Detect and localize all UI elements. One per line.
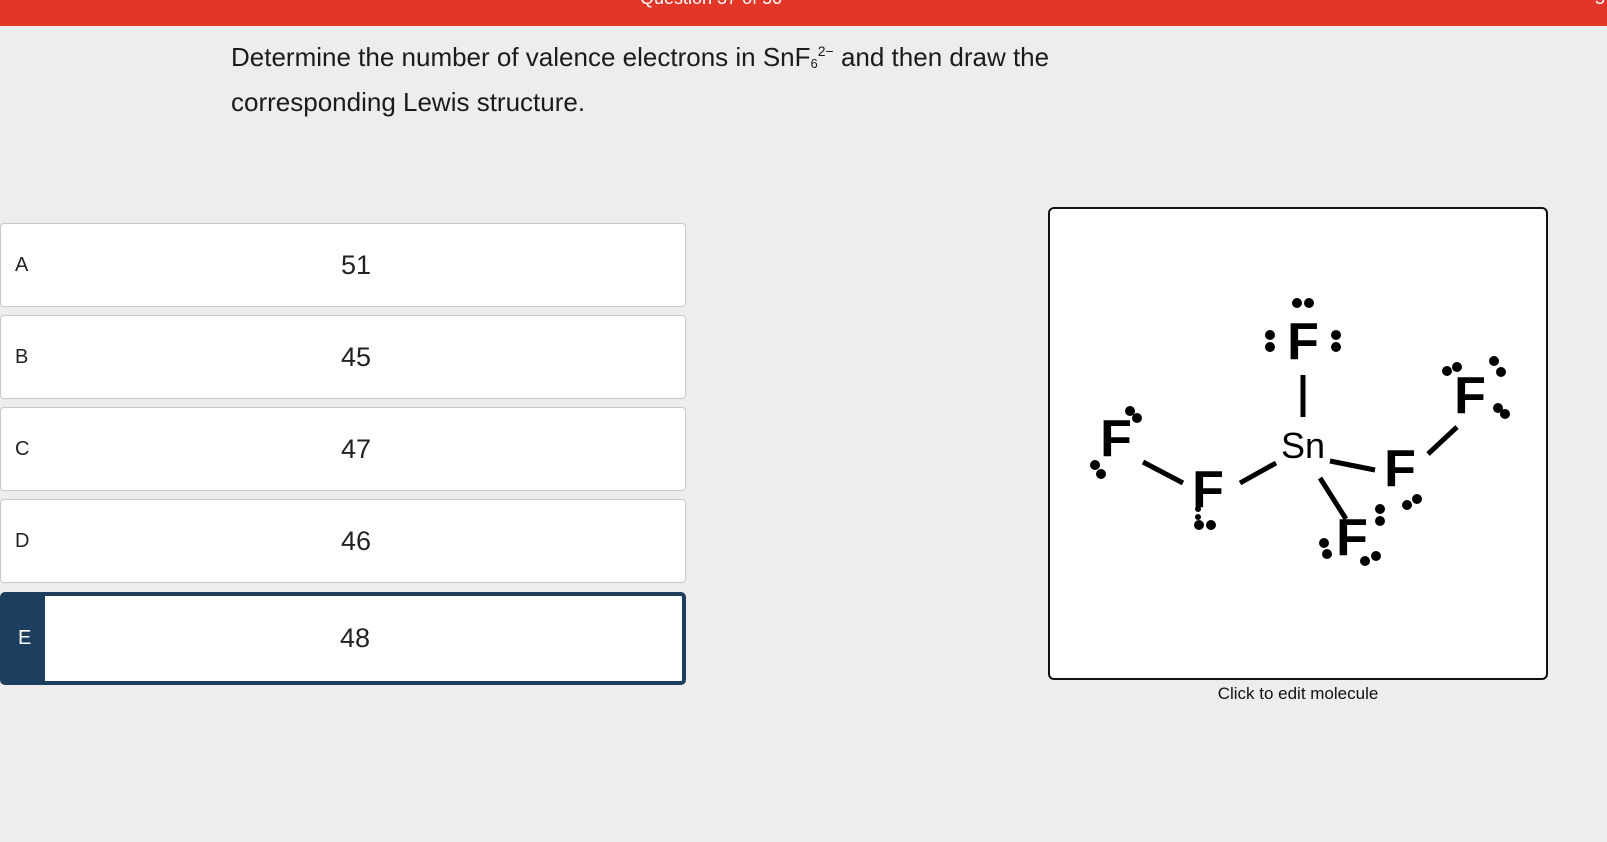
choice-b[interactable]: B 45: [0, 315, 686, 399]
choice-value: 46: [341, 525, 372, 556]
bond-f-f-right: [1426, 425, 1459, 456]
header-edge-mark: 5: [1595, 0, 1605, 9]
edit-molecule-caption[interactable]: Click to edit molecule: [1048, 684, 1548, 704]
choice-d[interactable]: D 46: [0, 499, 686, 583]
atom-f-far-right: F: [1454, 367, 1486, 425]
choice-a[interactable]: A 51: [0, 223, 686, 307]
choice-value: 51: [341, 249, 372, 280]
choice-letter: E: [18, 627, 32, 649]
choice-value: 48: [340, 623, 371, 653]
question-superscript: 2−: [817, 43, 834, 59]
atom-f-far-left: F: [1100, 410, 1132, 468]
choice-letter: A: [15, 253, 29, 276]
molecule-editor[interactable]: F F F F F F Sn: [1048, 207, 1548, 680]
bond-sn-f-left-inner: [1238, 460, 1278, 486]
choice-letter: C: [15, 437, 30, 460]
question-subscript: 6: [810, 56, 818, 71]
choice-c[interactable]: C 47: [0, 407, 686, 491]
choice-value: 45: [341, 341, 372, 372]
header-bar: Question 37 of 50 5: [0, 0, 1607, 26]
atom-sn: Sn: [1281, 425, 1325, 466]
choice-e[interactable]: E 48: [0, 592, 686, 685]
choice-letter: D: [15, 529, 30, 552]
choice-value: 47: [341, 433, 372, 464]
bond-f-f-left: [1141, 459, 1185, 486]
choice-letter: B: [15, 345, 29, 368]
atom-f-right: F: [1384, 440, 1416, 498]
lewis-structure-drawing: F F F F F F Sn: [1090, 298, 1510, 567]
question-text-before: Determine the number of valence electron…: [231, 42, 811, 72]
question-counter: Question 37 of 50: [640, 0, 782, 9]
bond-sn-f-right: [1329, 458, 1376, 473]
atom-f-top: F: [1287, 313, 1319, 371]
question-text: Determine the number of valence electron…: [231, 38, 1131, 121]
